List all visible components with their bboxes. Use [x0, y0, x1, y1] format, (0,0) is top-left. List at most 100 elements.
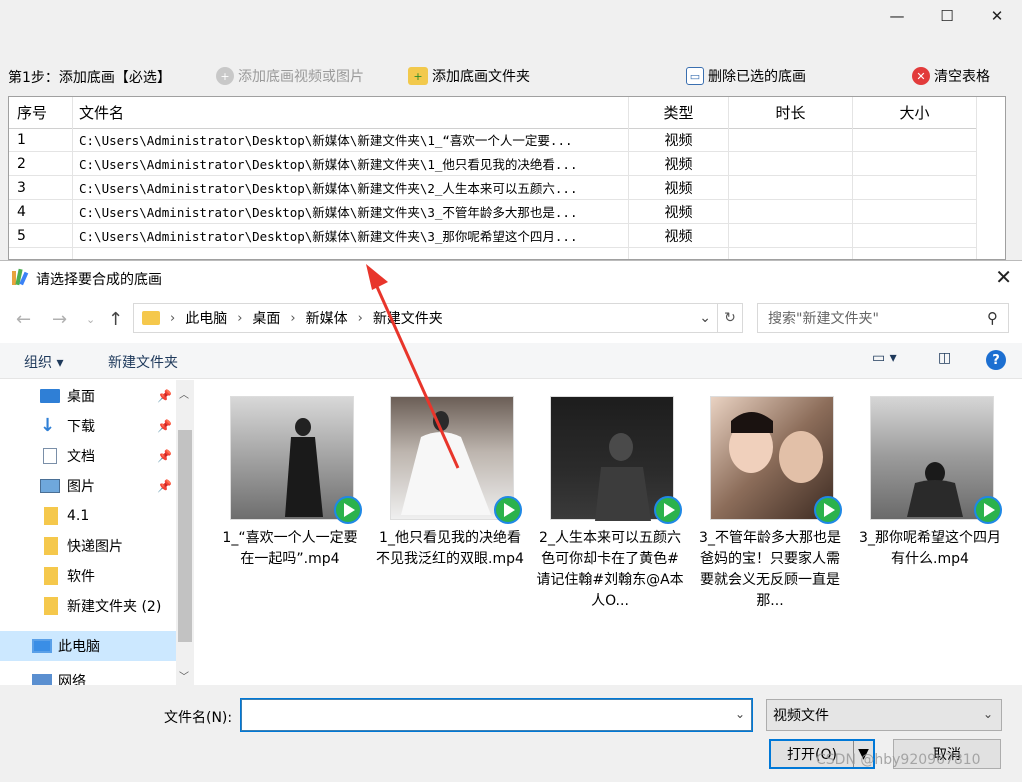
pin-icon[interactable]: 📌 — [157, 449, 172, 463]
nav-item-network[interactable]: 网络 — [0, 666, 176, 685]
computer-icon — [32, 639, 52, 653]
breadcrumb-new-media[interactable]: 新媒体 — [306, 308, 348, 328]
file-name: 1_他只看见我的决绝看不见我泛红的双眼.mp4 — [376, 530, 524, 567]
breadcrumb-separator-icon[interactable]: › — [290, 311, 295, 326]
dialog-title: 请选择要合成的底画 — [36, 272, 162, 288]
table-row[interactable]: 5 C:\Users\Administrator\Desktop\新媒体\新建文… — [9, 224, 977, 248]
filetype-dropdown-icon[interactable]: ⌄ — [983, 707, 993, 721]
up-arrow-icon[interactable]: ↑ — [108, 309, 123, 330]
table-row[interactable]: 2 C:\Users\Administrator\Desktop\新媒体\新建文… — [9, 152, 977, 176]
nav-item-desktop[interactable]: 桌面 📌 — [0, 381, 176, 411]
breadcrumb-separator-icon[interactable]: › — [237, 311, 242, 326]
filetype-value: 视频文件 — [773, 708, 829, 724]
recent-chevron-icon[interactable]: ⌄ — [86, 313, 95, 326]
new-folder-button[interactable]: 新建文件夹 — [108, 352, 178, 372]
forward-arrow-icon[interactable]: → — [52, 309, 67, 330]
download-arrow-icon: ↓ — [40, 415, 56, 436]
clear-table-button[interactable]: ✕ 清空表格 — [908, 63, 994, 89]
nav-item-label: 桌面 — [67, 389, 95, 405]
organize-menu[interactable]: 组织 ▾ — [24, 352, 63, 372]
filename-dropdown-icon[interactable]: ⌄ — [735, 707, 745, 721]
nav-item-pictures[interactable]: 图片 📌 — [0, 471, 176, 501]
add-video-image-button[interactable]: + 添加底画视频或图片 — [212, 63, 368, 89]
file-list[interactable]: 1_“喜欢一个人一定要在一起吗”.mp4 1_他只看见我的决绝看不见我泛红的双眼… — [198, 380, 1022, 685]
search-icon: ⚲ — [987, 309, 998, 327]
breadcrumb-separator-icon[interactable]: › — [170, 311, 175, 326]
add-folder-button[interactable]: + 添加底画文件夹 — [404, 63, 534, 89]
search-input[interactable]: 搜索"新建文件夹" ⚲ — [757, 303, 1009, 333]
cell-index: 2 — [9, 152, 73, 176]
address-dropdown-icon[interactable]: ⌄ — [699, 310, 711, 326]
cell-index: 1 — [9, 128, 73, 152]
header-index[interactable]: 序号 — [9, 97, 73, 128]
cell-duration — [729, 224, 853, 248]
pin-icon[interactable]: 📌 — [157, 479, 172, 493]
cell-file: C:\Users\Administrator\Desktop\新媒体\新建文件夹… — [73, 176, 629, 200]
scroll-thumb[interactable] — [178, 430, 192, 642]
file-open-dialog: 请选择要合成的底画 ✕ ← → ⌄ ↑ › 此电脑 › 桌面 › 新媒体 › 新… — [0, 260, 1022, 782]
back-arrow-icon[interactable]: ← — [16, 309, 31, 330]
navigation-pane[interactable]: 桌面 📌 ↓ 下载 📌 文档 📌 图片 📌 4.1 快递图片 软件 新建文件夹 … — [0, 380, 196, 685]
folder-icon — [44, 507, 58, 525]
view-options-icon[interactable]: ▭ ▾ — [872, 350, 897, 366]
nav-item-this-pc[interactable]: 此电脑 — [0, 631, 176, 661]
refresh-button[interactable]: ↻ — [717, 303, 743, 333]
nav-item-folder[interactable]: 新建文件夹 (2) — [0, 591, 176, 621]
cell-duration — [729, 152, 853, 176]
preview-pane-icon[interactable]: ◫ — [938, 350, 951, 366]
breadcrumb-separator-icon[interactable]: › — [358, 311, 363, 326]
cell-type: 视频 — [629, 224, 729, 248]
nav-item-documents[interactable]: 文档 📌 — [0, 441, 176, 471]
folder-icon — [44, 537, 58, 555]
nav-item-label: 此电脑 — [58, 639, 100, 655]
minimize-button[interactable]: — — [872, 0, 922, 32]
header-filename[interactable]: 文件名 — [73, 97, 629, 128]
cell-type: 视频 — [629, 128, 729, 152]
close-window-button[interactable]: ✕ — [972, 0, 1022, 32]
breadcrumb-desktop[interactable]: 桌面 — [252, 308, 280, 328]
cell-file: C:\Users\Administrator\Desktop\新媒体\新建文件夹… — [73, 224, 629, 248]
filename-input[interactable]: ⌄ — [241, 699, 752, 731]
step-label: 第1步：添加底画【必选】 — [8, 70, 171, 86]
nav-item-folder[interactable]: 软件 — [0, 561, 176, 591]
scroll-up-icon[interactable]: ︿ — [179, 386, 189, 401]
pin-icon[interactable]: 📌 — [157, 419, 172, 433]
nav-item-downloads[interactable]: ↓ 下载 📌 — [0, 411, 176, 441]
video-play-icon — [654, 496, 682, 524]
nav-scrollbar[interactable]: ︿ ﹀ — [176, 380, 194, 685]
header-type[interactable]: 类型 — [629, 97, 729, 128]
header-size[interactable]: 大小 — [853, 97, 977, 128]
file-table[interactable]: 序号 文件名 类型 时长 大小 1 C:\Users\Administrator… — [8, 96, 1006, 260]
table-row[interactable]: 4 C:\Users\Administrator\Desktop\新媒体\新建文… — [9, 200, 977, 224]
header-duration[interactable]: 时长 — [729, 97, 853, 128]
file-name: 3_不管年龄多大那也是爸妈的宝！只要家人需要就会义无反顾一直是那... — [699, 530, 841, 609]
table-row[interactable]: 1 C:\Users\Administrator\Desktop\新媒体\新建文… — [9, 128, 977, 152]
cell-index: 5 — [9, 224, 73, 248]
scroll-down-icon[interactable]: ﹀ — [179, 668, 189, 683]
cell-duration — [729, 128, 853, 152]
delete-selected-button[interactable]: ▭ 删除已选的底画 — [682, 63, 810, 89]
cell-size — [853, 200, 977, 224]
dialog-close-icon[interactable]: ✕ — [995, 265, 1012, 289]
nav-item-label: 新建文件夹 (2) — [67, 599, 162, 615]
pin-icon[interactable]: 📌 — [157, 389, 172, 403]
breadcrumb-this-pc[interactable]: 此电脑 — [185, 308, 227, 328]
nav-item-folder[interactable]: 快递图片 — [0, 531, 176, 561]
step-toolbar: 第1步：添加底画【必选】 + 添加底画视频或图片 + 添加底画文件夹 ▭ 删除已… — [0, 60, 1022, 92]
breadcrumb-new-folder[interactable]: 新建文件夹 — [373, 308, 443, 328]
folder-icon — [44, 567, 58, 585]
file-name: 3_那你呢希望这个四月有什么.mp4 — [859, 530, 1001, 567]
help-icon[interactable]: ? — [986, 350, 1006, 370]
table-row[interactable]: 3 C:\Users\Administrator\Desktop\新媒体\新建文… — [9, 176, 977, 200]
clear-x-icon: ✕ — [912, 67, 930, 85]
search-placeholder: 搜索"新建文件夹" — [768, 311, 879, 327]
table-row-empty — [9, 248, 977, 259]
document-icon — [43, 448, 57, 464]
address-bar[interactable]: › 此电脑 › 桌面 › 新媒体 › 新建文件夹 ⌄ — [133, 303, 718, 333]
filetype-select[interactable]: 视频文件 ⌄ — [766, 699, 1002, 731]
maximize-button[interactable]: ☐ — [922, 0, 972, 32]
cell-size — [853, 152, 977, 176]
cell-file: C:\Users\Administrator\Desktop\新媒体\新建文件夹… — [73, 152, 629, 176]
nav-item-folder[interactable]: 4.1 — [0, 501, 176, 531]
network-icon — [32, 674, 52, 685]
